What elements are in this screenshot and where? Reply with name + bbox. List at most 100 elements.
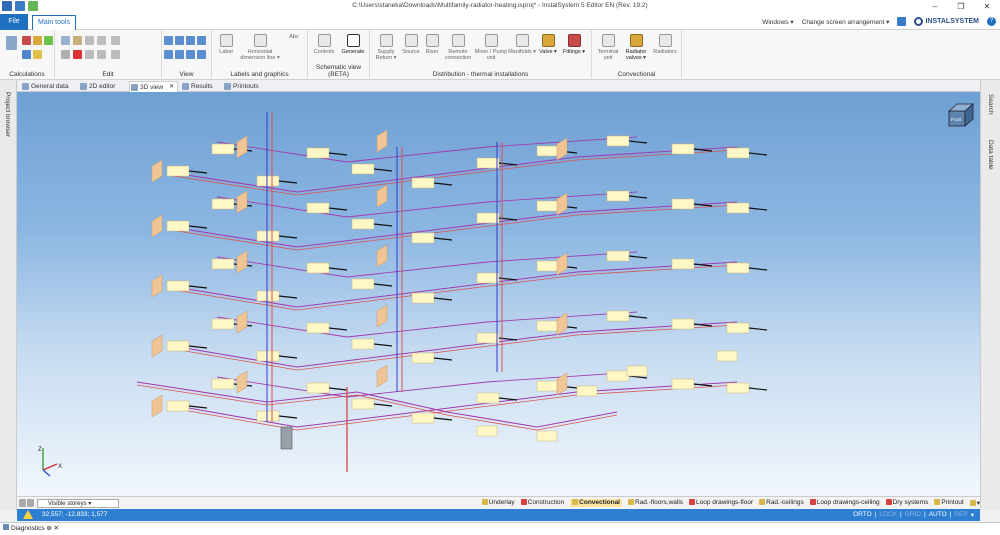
minimize-icon[interactable]: –: [922, 0, 948, 14]
copy-icon[interactable]: [61, 36, 70, 45]
tool-icon[interactable]: [97, 36, 106, 45]
tab-general-data[interactable]: General data: [21, 81, 69, 92]
chevron-down-icon[interactable]: ▾: [971, 511, 974, 519]
mode-grid[interactable]: GRID: [905, 511, 921, 519]
text-button[interactable]: Abc: [284, 34, 304, 40]
tab-3d-view[interactable]: 3D view ✕: [129, 81, 179, 92]
valve-button[interactable]: Valve ▾: [536, 34, 560, 55]
svg-text:Z: Z: [38, 447, 42, 453]
arrow-up-icon[interactable]: [19, 499, 26, 507]
ribbon-tabs-right: Windows ▾ Change screen arrangement ▾ IN…: [762, 17, 996, 26]
diagnostics-panel[interactable]: Diagnostics ⊕ ✕: [0, 522, 1000, 535]
layer-printout[interactable]: Printout: [934, 499, 963, 507]
project-browser-label[interactable]: Project browser: [4, 92, 11, 137]
zoom-in-icon[interactable]: [164, 36, 173, 45]
radiator: [476, 425, 498, 437]
layer-convectional[interactable]: Convectional: [570, 499, 622, 507]
radiator: [476, 212, 500, 224]
wall-segment: [376, 184, 388, 208]
restore-icon[interactable]: ❐: [948, 0, 974, 14]
layer-rad-floors-walls[interactable]: Rad.-floors,walls: [628, 499, 683, 507]
zoom-fit-icon[interactable]: [186, 36, 195, 45]
paste-icon[interactable]: [73, 36, 82, 45]
zoom-icon[interactable]: [186, 50, 195, 59]
3d-viewport[interactable]: Front Z X: [17, 92, 980, 496]
project-browser-panel[interactable]: Project browser: [0, 80, 17, 510]
radiator-valve-icon: [629, 34, 643, 47]
view-cube[interactable]: Front: [947, 103, 975, 127]
zoom-window-icon[interactable]: [197, 36, 206, 45]
remote-connection-button[interactable]: Remote connection: [442, 34, 474, 61]
group-label: Distribution - thermal installations: [432, 71, 529, 78]
search-panel-tab[interactable]: Search: [987, 94, 994, 115]
tool-icon[interactable]: [85, 50, 94, 59]
tool-icon[interactable]: [33, 36, 42, 45]
return-pipe: [136, 384, 618, 431]
mode-rep[interactable]: REP: [954, 511, 967, 519]
zoom-out-icon[interactable]: [175, 36, 184, 45]
dimension-line-button[interactable]: Horizontal dimension line ▾: [239, 34, 281, 61]
remote-icon: [451, 34, 465, 47]
tab-results[interactable]: Results: [181, 81, 213, 92]
delete-icon[interactable]: [73, 50, 82, 59]
view-cube-icon[interactable]: Front: [947, 103, 975, 127]
label-button[interactable]: Label: [215, 34, 237, 55]
generate-button[interactable]: Generate: [339, 34, 367, 55]
controls-button[interactable]: Controls: [311, 34, 337, 55]
layer-underlay[interactable]: Underlay: [482, 499, 515, 507]
chevron-down-icon[interactable]: ▾: [970, 499, 980, 507]
tool-icon[interactable]: [111, 36, 120, 45]
terminal-unit-button[interactable]: Terminal unit: [594, 34, 622, 61]
windows-menu[interactable]: Windows ▾: [762, 18, 793, 26]
layer-dry-systems[interactable]: Dry systems: [886, 499, 929, 507]
help-icon[interactable]: ?: [987, 17, 996, 26]
main-tools-tab[interactable]: Main tools: [32, 15, 76, 30]
tab-printouts[interactable]: Printouts: [223, 81, 259, 92]
mode-auto[interactable]: AUTO: [929, 511, 947, 519]
zoom-icon[interactable]: [175, 50, 184, 59]
layer-rad-ceilings[interactable]: Rad.-ceilings: [759, 499, 804, 507]
warning-icon[interactable]: [23, 510, 33, 519]
calculate-icon[interactable]: [6, 36, 17, 50]
source-button[interactable]: Source: [400, 34, 422, 55]
arrow-down-icon[interactable]: [27, 499, 34, 507]
data-table-panel-tab[interactable]: Data table: [987, 140, 994, 170]
mixer-pump-button[interactable]: Mixer / Pump unit: [474, 34, 508, 61]
pipe-network-drawing[interactable]: [17, 92, 980, 496]
radiator: [606, 190, 630, 202]
file-tab[interactable]: File: [0, 14, 28, 30]
tool-icon[interactable]: [22, 50, 31, 59]
change-arrangement-menu[interactable]: Change screen arrangement ▾: [802, 18, 890, 26]
visible-storeys-dropdown[interactable]: Visible storeys ▾: [37, 499, 119, 508]
radiator: [256, 350, 280, 362]
tool-icon[interactable]: [111, 50, 120, 59]
tool-icon[interactable]: [33, 50, 42, 59]
zoom-icon[interactable]: [197, 50, 206, 59]
layer-construction[interactable]: Construction: [521, 499, 565, 507]
manifolds-button[interactable]: Manifolds ▾: [508, 34, 536, 55]
radiator: [166, 165, 190, 177]
mode-orto[interactable]: ORTO: [853, 511, 872, 519]
cut-icon[interactable]: [61, 50, 70, 59]
tool-icon[interactable]: [22, 36, 31, 45]
layer-loop-drawings-ceiling[interactable]: Loop drawings-ceiling: [810, 499, 880, 507]
manifold-icon: [515, 34, 529, 47]
close-icon[interactable]: ✕: [974, 0, 1000, 14]
radiators-button[interactable]: Radiators: [650, 34, 680, 55]
tool-icon[interactable]: [85, 36, 94, 45]
tool-icon[interactable]: [97, 50, 106, 59]
riser-button[interactable]: Riser: [422, 34, 442, 55]
tab-2d-editor[interactable]: 2D editor: [79, 81, 115, 92]
group-label: Edit: [102, 71, 114, 78]
radiator-valves-button[interactable]: Radiator valves ▾: [622, 34, 650, 61]
supply-return-button[interactable]: Supply Return ▾: [372, 34, 400, 61]
mode-lock[interactable]: LOCK: [879, 511, 897, 519]
schematic-group: Controls Generate Schematic view (BETA): [308, 30, 370, 80]
zoom-icon[interactable]: [164, 50, 173, 59]
screen-icon[interactable]: [897, 17, 907, 26]
3d-icon[interactable]: [44, 36, 53, 45]
layer-loop-drawings-floor[interactable]: Loop drawings-floor: [689, 499, 753, 507]
pipe-label-leader: [628, 140, 648, 144]
fittings-button[interactable]: Fittings ▾: [560, 34, 588, 55]
radiator: [476, 332, 500, 344]
